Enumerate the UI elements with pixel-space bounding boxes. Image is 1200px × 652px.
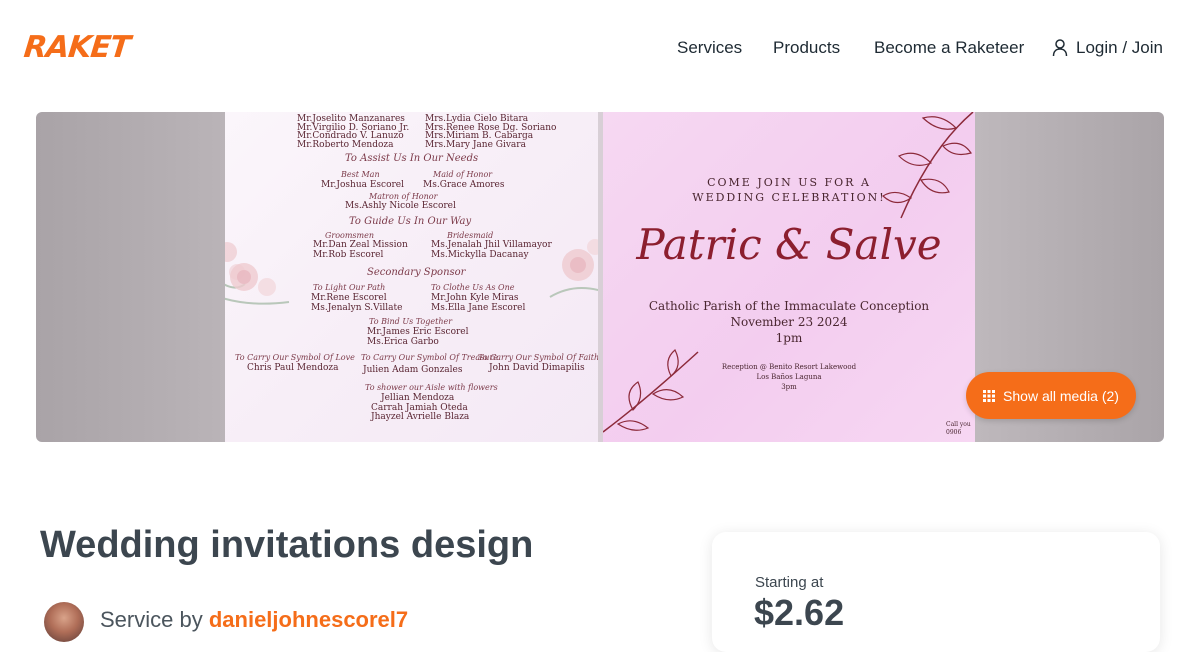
entourage-line: Ms.Mickylla Dacanay xyxy=(431,250,529,260)
entourage-heading: Secondary Sponsor xyxy=(367,267,466,278)
entourage-line: Chris Paul Mendoza xyxy=(247,363,339,373)
entourage-subheading: To Carry Our Symbol Of Faith xyxy=(478,353,598,362)
site-header: RAKET Services Products Become a Raketee… xyxy=(0,0,1200,100)
entourage-line: Mr.John Kyle Miras xyxy=(431,293,519,303)
entourage-line: Mrs.Mary Jane Givara xyxy=(425,140,526,150)
login-join-label: Login / Join xyxy=(1076,38,1163,57)
show-all-media-button[interactable]: Show all media (2) xyxy=(966,372,1136,419)
user-icon xyxy=(1052,39,1068,57)
entourage-line: John David Dimapilis xyxy=(489,363,585,373)
reception-line: 3pm xyxy=(781,383,797,391)
service-by-line: Service by danieljohnescorel7 xyxy=(100,607,408,633)
grid-icon xyxy=(983,389,996,402)
entourage-heading: To Guide Us In Our Way xyxy=(349,216,472,227)
flower-decoration-icon xyxy=(549,239,598,298)
invitation-date: November 23 2024 xyxy=(730,315,848,329)
call-line: Call you xyxy=(946,421,971,428)
raket-logo[interactable]: RAKET xyxy=(22,30,131,65)
price-card: Starting at $2.62 xyxy=(712,532,1160,652)
entourage-line: Mr.Joshua Escorel xyxy=(321,180,405,190)
entourage-subheading: Maid of Honor xyxy=(433,170,493,179)
entourage-subheading: To Light Our Path xyxy=(313,283,386,292)
entourage-subheading: To Bind Us Together xyxy=(369,317,453,326)
entourage-line: Ms.Jenalah Jhil Villamayor xyxy=(431,240,552,250)
call-line: 0906 xyxy=(946,429,962,436)
show-all-media-label: Show all media (2) xyxy=(1003,387,1119,404)
entourage-subheading: To Carry Our Symbol Of Love xyxy=(235,353,355,362)
entourage-line: Ms.Jenalyn S.Villate xyxy=(311,303,403,313)
invitation-church: Catholic Parish of the Immaculate Concep… xyxy=(648,299,930,313)
invitation-time: 1pm xyxy=(775,331,803,345)
entourage-subheading: To shower our Aisle with flowers xyxy=(365,383,498,392)
nav-become-raketeer[interactable]: Become a Raketeer xyxy=(874,38,1024,58)
invitation-reception: Reception @ Benito Resort Lakewood Los B… xyxy=(603,362,975,392)
entourage-line: Ms.Grace Amores xyxy=(423,180,505,190)
entourage-heading: To Assist Us In Our Needs xyxy=(345,153,479,164)
entourage-line: Mr.James Eric Escorel xyxy=(367,327,469,337)
avatar[interactable] xyxy=(44,602,84,642)
entourage-line: Ms.Ashly Nicole Escorel xyxy=(345,201,456,211)
entourage-line: Mr.Dan Zeal Mission xyxy=(313,240,408,250)
nav-products[interactable]: Products xyxy=(773,38,840,58)
entourage-line: Mr.Rob Escorel xyxy=(313,250,384,260)
reception-line: Reception @ Benito Resort Lakewood xyxy=(721,363,857,371)
leaf-branch-icon xyxy=(882,112,974,219)
service-by-label: Service by xyxy=(100,607,203,632)
seller-username-link[interactable]: danieljohnescorel7 xyxy=(209,607,408,632)
entourage-line: Jellian Mendoza xyxy=(381,393,455,403)
entourage-subheading: To Clothe Us As One xyxy=(431,283,515,292)
invitation-come-line: COME JOIN US FOR A xyxy=(707,176,871,189)
flower-decoration-icon xyxy=(225,263,290,305)
invitation-come-line: WEDDING CELEBRATION! xyxy=(692,191,886,204)
entourage-line: Mr.Roberto Mendoza xyxy=(297,140,394,150)
invitation-cover-image[interactable]: COME JOIN US FOR A WEDDING CELEBRATION! … xyxy=(603,112,975,442)
entourage-line: Jhayzel Avrielle Blaza xyxy=(371,412,470,422)
entourage-line: Julien Adam Gonzales xyxy=(363,365,463,375)
invitation-come-text: COME JOIN US FOR A WEDDING CELEBRATION! xyxy=(603,175,975,205)
price-value: $2.62 xyxy=(754,592,845,633)
entourage-subheading: Best Man xyxy=(341,170,380,179)
entourage-line: Ms.Erica Garbo xyxy=(367,337,439,347)
nav-services[interactable]: Services xyxy=(677,38,742,58)
invitation-couple-names: Patric & Salve xyxy=(636,220,942,269)
entourage-line: Ms.Ella Jane Escorel xyxy=(431,303,526,313)
reception-line: Los Baños Laguna xyxy=(756,373,822,381)
service-title: Wedding invitations design xyxy=(40,524,534,566)
login-join-link[interactable]: Login / Join xyxy=(1052,38,1163,58)
invitation-entourage-image[interactable]: Mr.Joselito Manzanares Mrs.Lydia Cielo B… xyxy=(225,112,598,442)
invitation-call: Call you 0906 xyxy=(946,421,971,437)
starting-at-label: Starting at xyxy=(755,574,824,591)
entourage-line: Mr.Rene Escorel xyxy=(311,293,387,303)
